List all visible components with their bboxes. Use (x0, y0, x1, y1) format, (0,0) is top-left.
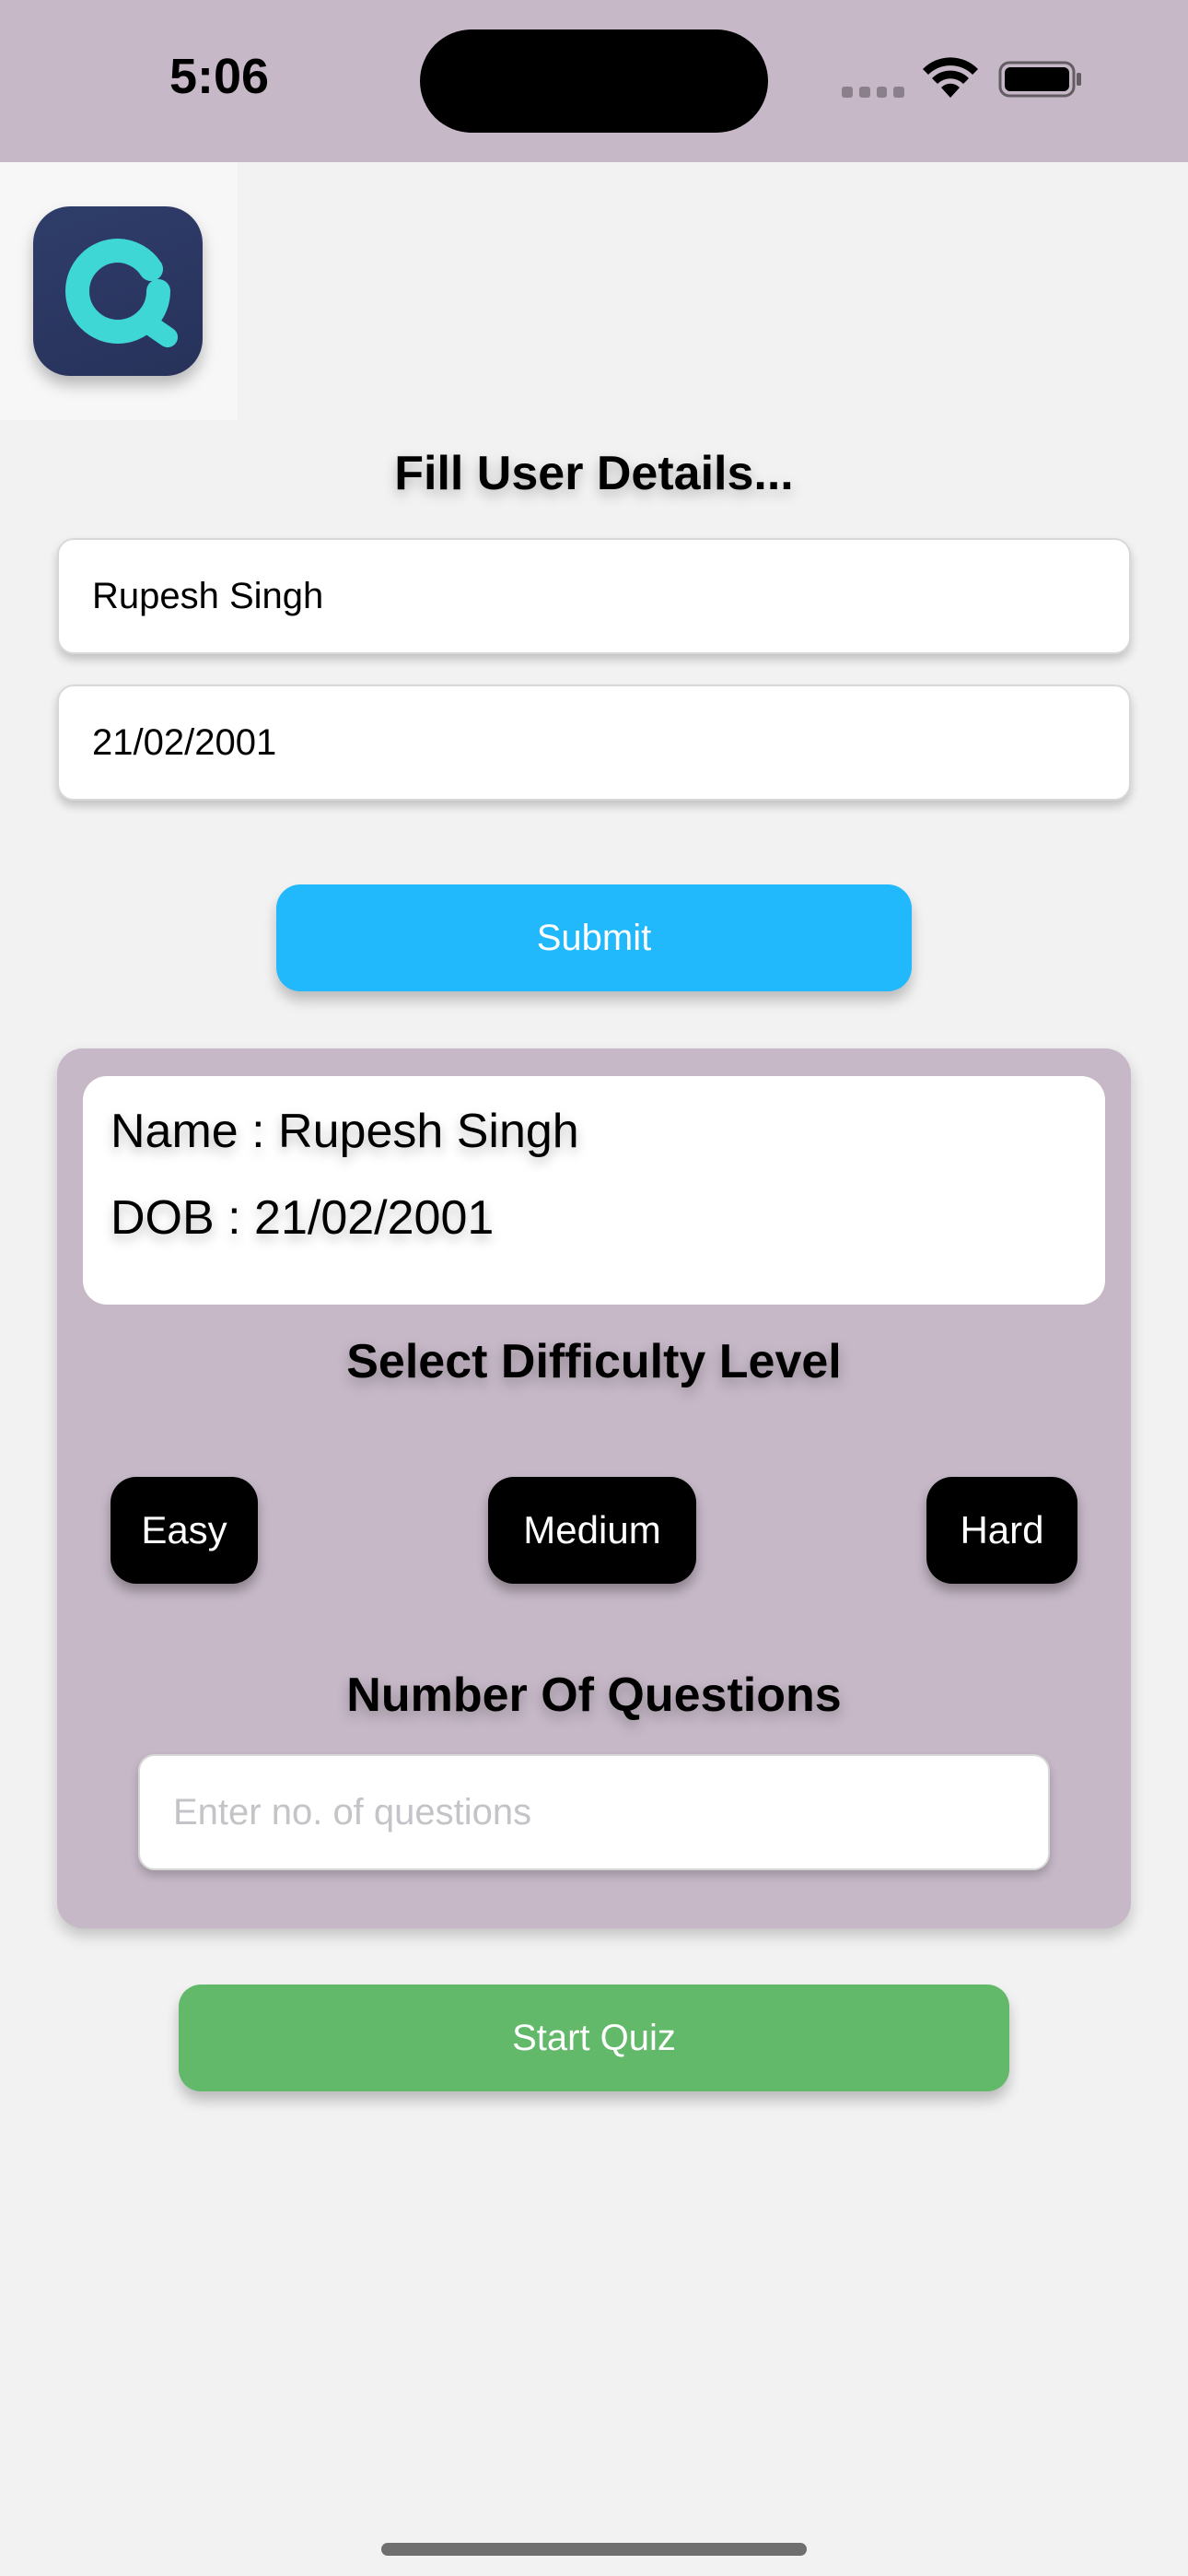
user-name-text: Name : Rupesh Singh (111, 1105, 579, 1158)
questions-count-input[interactable] (138, 1754, 1050, 1870)
name-input[interactable] (57, 538, 1131, 654)
submit-button[interactable]: Submit (276, 884, 912, 991)
logo-container (0, 162, 238, 420)
home-indicator (381, 2543, 807, 2556)
quiz-app-logo-icon (33, 206, 203, 376)
page-title: Fill User Details... (394, 447, 794, 500)
quiz-settings-panel: Name : Rupesh Singh DOB : 21/02/2001 Sel… (57, 1048, 1131, 1928)
wifi-icon (923, 57, 978, 98)
start-quiz-button[interactable]: Start Quiz (179, 1985, 1009, 2091)
status-bar: 5:06 (0, 0, 1188, 162)
dynamic-island (420, 29, 768, 133)
difficulty-heading: Select Difficulty Level (346, 1335, 842, 1388)
status-time: 5:06 (169, 49, 270, 104)
medium-button[interactable]: Medium (488, 1477, 696, 1584)
hard-button[interactable]: Hard (926, 1477, 1077, 1584)
questions-heading: Number Of Questions (346, 1669, 842, 1722)
user-info-card: Name : Rupesh Singh DOB : 21/02/2001 (83, 1076, 1105, 1305)
easy-button[interactable]: Easy (111, 1477, 258, 1584)
battery-icon (998, 61, 1081, 98)
user-dob-text: DOB : 21/02/2001 (111, 1191, 495, 1245)
signal-icon (842, 87, 904, 98)
dob-input[interactable] (57, 685, 1131, 801)
